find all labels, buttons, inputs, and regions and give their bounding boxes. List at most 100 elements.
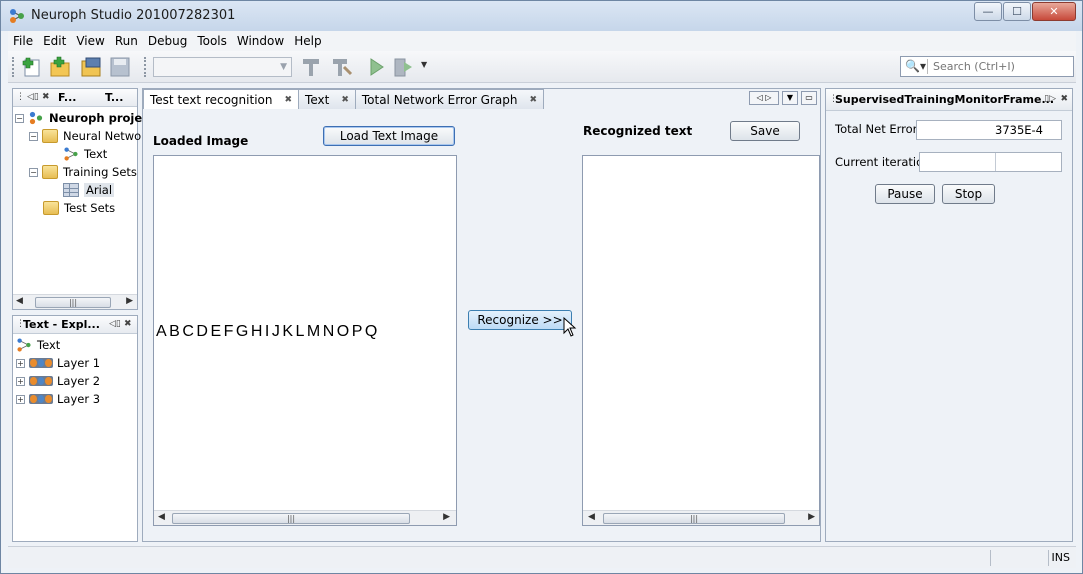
- menu-help[interactable]: Help: [289, 34, 326, 48]
- layer-icon: [29, 376, 53, 386]
- menu-tools[interactable]: Tools: [192, 34, 232, 48]
- new-project-icon[interactable]: [20, 55, 44, 79]
- menu-file[interactable]: File: [8, 34, 38, 48]
- tree-node-arial[interactable]: Arial: [63, 183, 115, 197]
- close-panel-icon[interactable]: ✖: [42, 92, 50, 102]
- training-set-icon: [63, 183, 79, 197]
- scroll-right-icon[interactable]: ▶: [808, 512, 815, 522]
- scroll-thumb[interactable]: |||: [172, 513, 410, 524]
- image-hscrollbar[interactable]: ◀ ||| ▶: [154, 510, 456, 525]
- explorer-layer-1[interactable]: + Layer 1: [16, 356, 100, 370]
- close-panel-icon[interactable]: ✖: [1060, 94, 1068, 104]
- recognized-hscrollbar[interactable]: ◀ ||| ▶: [583, 510, 819, 525]
- close-tab-icon[interactable]: ✖: [284, 95, 292, 105]
- tab-text[interactable]: Text ✖: [298, 89, 356, 109]
- run-config-combo[interactable]: ▼: [153, 57, 292, 77]
- stop-button[interactable]: Stop: [942, 184, 995, 204]
- recognize-button[interactable]: Recognize >>: [468, 310, 572, 330]
- save-icon[interactable]: [108, 55, 132, 79]
- menu-window[interactable]: Window: [232, 34, 289, 48]
- expand-icon[interactable]: +: [16, 376, 25, 386]
- search-input[interactable]: [931, 58, 1071, 75]
- explorer-root-text[interactable]: Text: [16, 338, 60, 352]
- explorer-title[interactable]: Text - Expl...: [23, 318, 100, 331]
- panel-grip-icon[interactable]: ⋮: [16, 92, 25, 102]
- tab-list-icon[interactable]: ▼: [782, 91, 798, 105]
- toolbar-grip-2[interactable]: [144, 57, 147, 77]
- menu-run[interactable]: Run: [110, 34, 143, 48]
- explorer-layer-2[interactable]: + Layer 2: [16, 374, 100, 388]
- minimize-panel-icon[interactable]: ◁▯: [27, 92, 39, 102]
- projects-panel-header: ⋮ ◁▯ ✖ F... T...: [13, 89, 137, 107]
- minimize-panel-icon[interactable]: ◁▯: [109, 319, 121, 329]
- expand-icon[interactable]: +: [16, 394, 25, 404]
- tab-total-network-error-graph[interactable]: Total Network Error Graph ✖: [354, 89, 545, 109]
- scroll-left-icon[interactable]: ◀: [588, 512, 595, 522]
- current-iteration-field[interactable]: [919, 152, 1062, 172]
- tab-t[interactable]: T...: [105, 91, 123, 104]
- monitor-title[interactable]: SupervisedTrainingMonitorFrame...: [835, 93, 1054, 106]
- explorer-panel: ⋮ Text - Expl... ◁▯ ✖ Text + Layer 1 + L…: [12, 315, 138, 542]
- tab-scroll-icon[interactable]: ◁ ▷: [749, 91, 779, 105]
- scroll-right-icon[interactable]: ▶: [443, 512, 450, 522]
- minimize-panel-icon[interactable]: ▯▷: [1044, 94, 1056, 104]
- total-net-error-field[interactable]: 3735E-4: [916, 120, 1062, 140]
- close-tab-icon[interactable]: ✖: [530, 95, 538, 105]
- run-icon[interactable]: [364, 55, 388, 79]
- search-box[interactable]: 🔍▾: [900, 56, 1074, 77]
- tab-test-text-recognition[interactable]: Test text recognition ✖: [143, 89, 300, 110]
- window-title: Neuroph Studio 201007282301: [31, 8, 236, 23]
- status-separator: [990, 550, 991, 566]
- clean-build-icon[interactable]: [330, 55, 354, 79]
- maximize-editor-icon[interactable]: ▭: [801, 91, 817, 105]
- chevron-down-icon: ▼: [280, 62, 287, 72]
- debug-icon[interactable]: [392, 55, 416, 79]
- pause-button[interactable]: Pause: [875, 184, 935, 204]
- network-icon: [17, 338, 31, 352]
- tab-files[interactable]: F...: [58, 91, 76, 104]
- minimize-button[interactable]: —: [974, 2, 1002, 21]
- scroll-thumb[interactable]: |||: [603, 513, 785, 524]
- explorer-root-label: Text: [37, 338, 61, 352]
- monitor-panel-header: ⋮ SupervisedTrainingMonitorFrame... ▯▷ ✖: [826, 89, 1072, 111]
- folder-icon: [42, 165, 58, 179]
- collapse-icon[interactable]: −: [29, 131, 38, 141]
- title-bar: Neuroph Studio 201007282301 — ☐ ✕: [1, 1, 1082, 31]
- collapse-icon[interactable]: −: [29, 167, 38, 177]
- expand-icon[interactable]: +: [16, 358, 25, 368]
- search-icon[interactable]: 🔍▾: [905, 59, 927, 75]
- menu-view[interactable]: View: [71, 34, 109, 48]
- close-panel-icon[interactable]: ✖: [124, 319, 132, 329]
- tab-label: Text: [305, 92, 330, 107]
- tree-node-project[interactable]: − Neuroph project: [15, 111, 154, 125]
- total-net-error-label: Total Net Error: [835, 122, 918, 136]
- close-button[interactable]: ✕: [1032, 2, 1076, 21]
- tree-node-neural-networks[interactable]: − Neural Networ: [29, 129, 146, 143]
- explorer-layer-3[interactable]: + Layer 3: [16, 392, 100, 406]
- main-toolbar: ▼ ▼ 🔍▾: [8, 51, 1076, 83]
- collapse-icon[interactable]: −: [15, 113, 24, 123]
- insert-mode-indicator: INS: [1051, 551, 1070, 564]
- scroll-right-icon[interactable]: ▶: [126, 296, 133, 306]
- recognized-text-area[interactable]: ◀ ||| ▶: [582, 155, 820, 526]
- new-file-icon[interactable]: [48, 55, 72, 79]
- tree-node-training-sets[interactable]: − Training Sets: [29, 165, 137, 179]
- load-text-image-button[interactable]: Load Text Image: [323, 126, 455, 146]
- scroll-thumb[interactable]: |||: [35, 297, 111, 308]
- projects-hscrollbar[interactable]: ◀ ||| ▶: [13, 294, 137, 309]
- menu-edit[interactable]: Edit: [38, 34, 71, 48]
- tree-node-text-network[interactable]: Text: [63, 147, 107, 161]
- tree-node-test-sets[interactable]: Test Sets: [43, 201, 115, 215]
- build-icon[interactable]: [300, 55, 324, 79]
- neural-networks-label: Neural Networ: [63, 129, 146, 143]
- close-tab-icon[interactable]: ✖: [341, 95, 349, 105]
- menu-debug[interactable]: Debug: [143, 34, 192, 48]
- debug-dropdown-icon[interactable]: ▼: [421, 60, 427, 69]
- scroll-left-icon[interactable]: ◀: [16, 296, 23, 306]
- maximize-button[interactable]: ☐: [1003, 2, 1031, 21]
- toolbar-grip[interactable]: [12, 57, 15, 77]
- save-button[interactable]: Save: [730, 121, 800, 141]
- scroll-left-icon[interactable]: ◀: [158, 512, 165, 522]
- total-net-error-value: 3735E-4: [995, 123, 1043, 137]
- open-project-icon[interactable]: [80, 55, 104, 79]
